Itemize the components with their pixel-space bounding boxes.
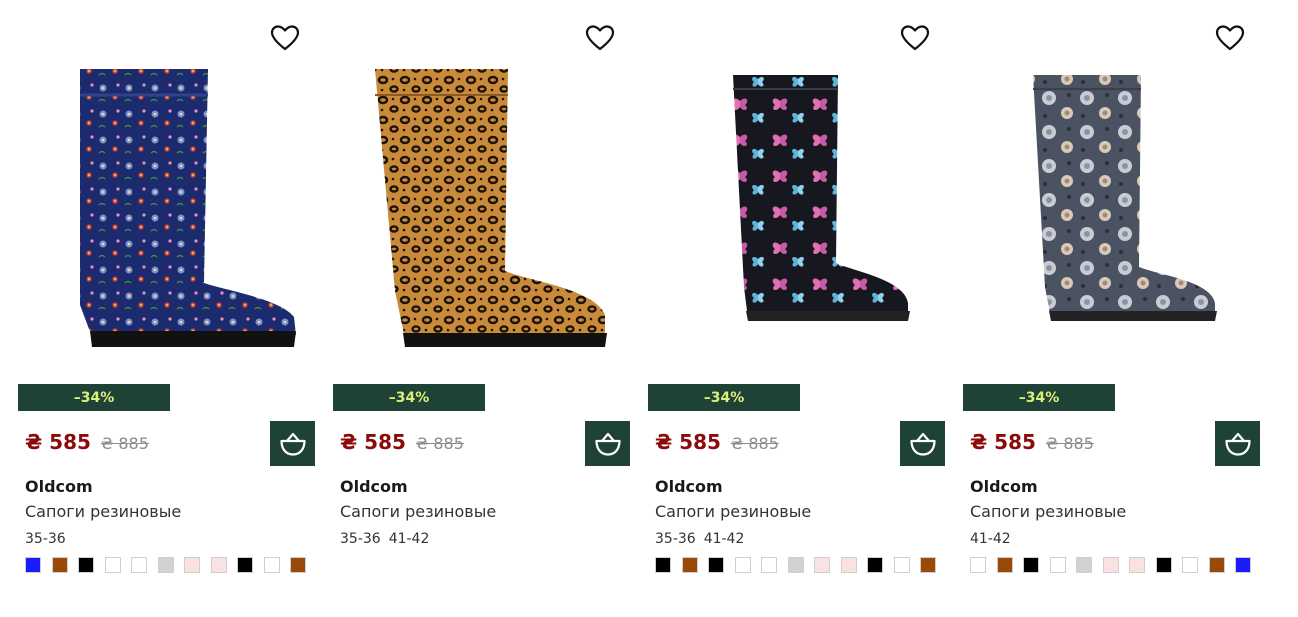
product-image[interactable] (18, 55, 318, 360)
product-grid: –34% ₴ 585 ₴ 885 Oldcom Сапоги резиновые… (0, 0, 1298, 617)
product-name[interactable]: Сапоги резиновые (970, 502, 1126, 521)
price-row: ₴ 585 ₴ 885 (655, 430, 779, 454)
color-swatch[interactable] (25, 557, 41, 573)
product-card[interactable]: –34% ₴ 585 ₴ 885 Oldcom Сапоги резиновые… (648, 0, 948, 617)
product-name[interactable]: Сапоги резиновые (655, 502, 811, 521)
color-swatch[interactable] (1023, 557, 1039, 573)
size-option: 35-36 (25, 531, 66, 547)
color-swatch[interactable] (1208, 557, 1225, 573)
color-swatch[interactable] (996, 557, 1013, 573)
color-swatch[interactable] (970, 557, 986, 573)
brand-name[interactable]: Oldcom (655, 477, 723, 496)
color-swatch[interactable] (893, 557, 910, 573)
discount-badge: –34% (648, 384, 800, 411)
product-name[interactable]: Сапоги резиновые (25, 502, 181, 521)
discount-badge: –34% (18, 384, 170, 411)
color-swatch[interactable] (210, 557, 227, 573)
current-price: ₴ 585 (340, 430, 406, 454)
discount-badge: –34% (333, 384, 485, 411)
add-to-cart-button[interactable] (270, 421, 315, 466)
color-swatch[interactable] (1155, 557, 1172, 573)
size-list: 35-36 41-42 (655, 531, 744, 547)
color-swatch[interactable] (1076, 557, 1092, 573)
price-row: ₴ 585 ₴ 885 (25, 430, 149, 454)
product-card[interactable]: –34% ₴ 585 ₴ 885 Oldcom Сапоги резиновые… (963, 0, 1263, 617)
product-image[interactable] (963, 55, 1263, 360)
basket-icon (594, 432, 621, 456)
product-card[interactable]: –34% ₴ 585 ₴ 885 Oldcom Сапоги резиновые… (18, 0, 318, 617)
color-swatch[interactable] (1129, 557, 1145, 573)
color-swatch[interactable] (840, 557, 857, 573)
color-swatch[interactable] (1235, 557, 1251, 573)
discount-badge: –34% (963, 384, 1115, 411)
color-swatch[interactable] (655, 557, 671, 573)
color-swatch[interactable] (184, 557, 200, 573)
current-price: ₴ 585 (655, 430, 721, 454)
color-swatch[interactable] (1182, 557, 1198, 573)
product-image[interactable] (648, 55, 948, 360)
color-swatch[interactable] (104, 557, 121, 573)
old-price: ₴ 885 (1045, 434, 1094, 453)
size-option: 41-42 (703, 531, 745, 547)
favorite-heart-icon[interactable] (585, 24, 619, 56)
brand-name[interactable]: Oldcom (340, 477, 408, 496)
add-to-cart-button[interactable] (900, 421, 945, 466)
favorite-heart-icon[interactable] (270, 24, 304, 56)
current-price: ₴ 585 (25, 430, 91, 454)
color-swatch[interactable] (237, 557, 253, 573)
add-to-cart-button[interactable] (1215, 421, 1260, 466)
size-list: 35-36 41-42 (340, 531, 429, 547)
color-swatch[interactable] (131, 557, 147, 573)
color-swatch[interactable] (787, 557, 804, 573)
basket-icon (279, 432, 306, 456)
old-price: ₴ 885 (100, 434, 149, 453)
color-swatches (655, 557, 947, 573)
brand-name[interactable]: Oldcom (25, 477, 93, 496)
size-option: 41-42 (388, 531, 430, 547)
product-name[interactable]: Сапоги резиновые (340, 502, 496, 521)
size-option: 35-36 (340, 531, 381, 547)
color-swatch[interactable] (867, 557, 883, 573)
price-row: ₴ 585 ₴ 885 (340, 430, 464, 454)
color-swatch[interactable] (1102, 557, 1119, 573)
brand-name[interactable]: Oldcom (970, 477, 1038, 496)
favorite-heart-icon[interactable] (900, 24, 934, 56)
basket-icon (1224, 432, 1251, 456)
color-swatch[interactable] (51, 557, 68, 573)
old-price: ₴ 885 (415, 434, 464, 453)
color-swatches (970, 557, 1262, 573)
size-list: 35-36 (25, 531, 66, 547)
color-swatch[interactable] (290, 557, 306, 573)
color-swatch[interactable] (734, 557, 751, 573)
current-price: ₴ 585 (970, 430, 1036, 454)
price-row: ₴ 585 ₴ 885 (970, 430, 1094, 454)
add-to-cart-button[interactable] (585, 421, 630, 466)
color-swatch[interactable] (761, 557, 777, 573)
favorite-heart-icon[interactable] (1215, 24, 1249, 56)
color-swatch[interactable] (78, 557, 94, 573)
color-swatch[interactable] (708, 557, 724, 573)
color-swatch[interactable] (157, 557, 174, 573)
size-option: 41-42 (970, 531, 1011, 547)
color-swatch[interactable] (814, 557, 830, 573)
size-list: 41-42 (970, 531, 1011, 547)
color-swatch[interactable] (263, 557, 280, 573)
basket-icon (909, 432, 936, 456)
color-swatch[interactable] (1049, 557, 1066, 573)
old-price: ₴ 885 (730, 434, 779, 453)
product-image[interactable] (333, 55, 633, 360)
color-swatch[interactable] (681, 557, 698, 573)
color-swatches (25, 557, 317, 573)
color-swatch[interactable] (920, 557, 936, 573)
product-card[interactable]: –34% ₴ 585 ₴ 885 Oldcom Сапоги резиновые… (333, 0, 633, 617)
size-option: 35-36 (655, 531, 696, 547)
